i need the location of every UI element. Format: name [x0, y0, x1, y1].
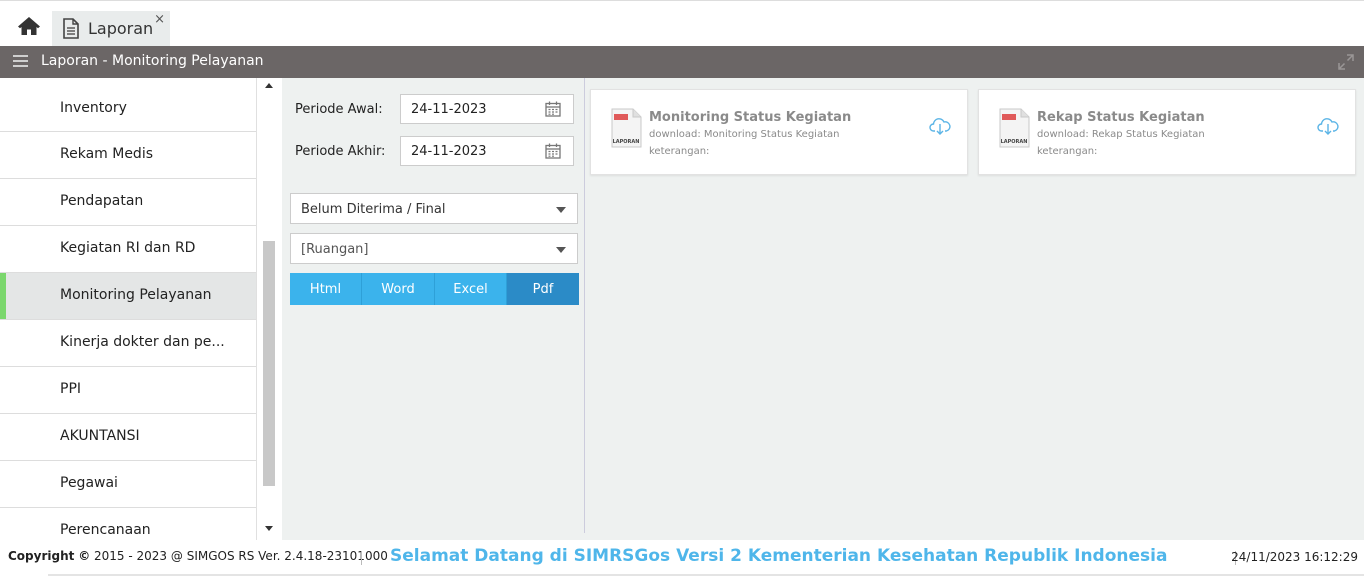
document-icon — [63, 18, 79, 39]
sidebar-item-pegawai[interactable]: Pegawai — [0, 461, 256, 508]
report-card-rekap-status[interactable]: LAPORAN Rekap Status Kegiatan download: … — [978, 89, 1356, 175]
report-document-icon: LAPORAN — [611, 108, 642, 148]
copyright-text: Copyright © 2015 - 2023 @ SIMGOS RS Ver.… — [8, 549, 388, 563]
copyright-symbol: © — [78, 549, 91, 563]
word-button[interactable]: Word — [362, 273, 435, 305]
sidebar-scrollbar[interactable] — [257, 78, 282, 540]
status-select-value: Belum Diterima / Final — [301, 202, 446, 217]
sidebar-item-rekam-medis[interactable]: Rekam Medis — [0, 132, 256, 179]
sidebar-item-ppi[interactable]: PPI — [0, 367, 256, 414]
report-icon-text: LAPORAN — [1001, 139, 1028, 145]
footer-datetime: 24/11/2023 16:12:29 — [1231, 550, 1358, 564]
sidebar-item-label: Monitoring Pelayanan — [60, 287, 212, 303]
sidebar-item-label: Kinerja dokter dan pe... — [60, 334, 225, 350]
sidebar-item-inventory[interactable]: Inventory — [0, 86, 256, 132]
sidebar: Inventory Rekam Medis Pendapatan Kegiata… — [0, 86, 256, 540]
pdf-button[interactable]: Pdf — [507, 273, 579, 305]
report-icon-text: LAPORAN — [613, 139, 640, 145]
close-icon[interactable]: × — [154, 12, 165, 27]
sidebar-item-monitoring-pelayanan[interactable]: Monitoring Pelayanan — [0, 273, 256, 320]
sidebar-item-label: Pegawai — [60, 475, 118, 491]
periode-akhir-value: 24-11-2023 — [411, 144, 487, 159]
sidebar-item-label: Rekam Medis — [60, 146, 154, 162]
status-select[interactable]: Belum Diterima / Final — [290, 193, 578, 224]
report-keterangan: keterangan: — [1037, 146, 1098, 157]
periode-akhir-input[interactable]: 24-11-2023 — [400, 136, 574, 166]
home-icon — [18, 17, 40, 35]
sidebar-item-pendapatan[interactable]: Pendapatan — [0, 179, 256, 226]
welcome-marquee: Selamat Datang di SIMRSGos Versi 2 Kemen… — [390, 546, 1168, 566]
hamburger-menu-icon[interactable] — [13, 55, 28, 69]
format-button-group: Html Word Excel Pdf — [290, 273, 579, 305]
scroll-up-arrow-icon[interactable] — [265, 83, 273, 88]
tab-label: Laporan — [88, 19, 154, 38]
sidebar-item-label: PPI — [60, 381, 82, 397]
sidebar-item-akuntansi[interactable]: AKUNTANSI — [0, 414, 256, 461]
scrollbar-thumb[interactable] — [263, 241, 275, 486]
footer-separator — [361, 551, 362, 565]
periode-awal-label: Periode Awal: — [295, 102, 383, 117]
sidebar-item-label: Kegiatan RI dan RD — [60, 240, 196, 256]
sidebar-item-perencanaan[interactable]: Perencanaan — [0, 508, 256, 540]
report-document-icon: LAPORAN — [999, 108, 1030, 148]
home-button[interactable] — [14, 13, 44, 39]
sidebar-item-label: Inventory — [60, 100, 127, 116]
page-title: Laporan - Monitoring Pelayanan — [41, 53, 264, 69]
chevron-down-icon — [556, 207, 566, 213]
copyright-label: Copyright — [8, 549, 75, 563]
filter-panel: Periode Awal: 24-11-2023 Periode Akhir: … — [282, 78, 585, 533]
report-download-text: download: Monitoring Status Kegiatan — [649, 129, 840, 140]
footer: Copyright © 2015 - 2023 @ SIMGOS RS Ver.… — [0, 540, 1364, 576]
copyright-version: 2015 - 2023 @ SIMGOS RS Ver. 2.4.18-2310… — [94, 549, 388, 563]
calendar-icon[interactable] — [545, 101, 561, 117]
sidebar-item-kinerja-dokter[interactable]: Kinerja dokter dan pe... — [0, 320, 256, 367]
excel-button[interactable]: Excel — [435, 273, 507, 305]
main-content: Periode Awal: 24-11-2023 Periode Akhir: … — [282, 78, 1364, 540]
ruangan-select-value: [Ruangan] — [301, 242, 369, 257]
html-button[interactable]: Html — [290, 273, 362, 305]
calendar-icon[interactable] — [545, 143, 561, 159]
sidebar-item-kegiatan-ri-rd[interactable]: Kegiatan RI dan RD — [0, 226, 256, 273]
sidebar-item-label: Pendapatan — [60, 193, 144, 209]
periode-awal-input[interactable]: 24-11-2023 — [400, 94, 574, 124]
cloud-download-icon[interactable] — [929, 116, 951, 136]
report-title: Monitoring Status Kegiatan — [649, 110, 852, 125]
expand-icon[interactable] — [1338, 54, 1354, 70]
report-download-text: download: Rekap Status Kegiatan — [1037, 129, 1205, 140]
scroll-down-arrow-icon[interactable] — [265, 526, 273, 531]
sidebar-item-label: AKUNTANSI — [60, 428, 140, 444]
report-keterangan: keterangan: — [649, 146, 710, 157]
top-bar: Laporan × — [0, 0, 1364, 47]
title-bar: Laporan - Monitoring Pelayanan — [0, 46, 1364, 78]
periode-akhir-label: Periode Akhir: — [295, 144, 386, 159]
sidebar-item-label: Perencanaan — [60, 522, 151, 538]
periode-awal-value: 24-11-2023 — [411, 102, 487, 117]
tab-laporan[interactable]: Laporan × — [52, 11, 170, 47]
report-card-monitoring-status[interactable]: LAPORAN Monitoring Status Kegiatan downl… — [590, 89, 968, 175]
cloud-download-icon[interactable] — [1317, 116, 1339, 136]
ruangan-select[interactable]: [Ruangan] — [290, 233, 578, 264]
chevron-down-icon — [556, 247, 566, 253]
report-title: Rekap Status Kegiatan — [1037, 110, 1205, 125]
